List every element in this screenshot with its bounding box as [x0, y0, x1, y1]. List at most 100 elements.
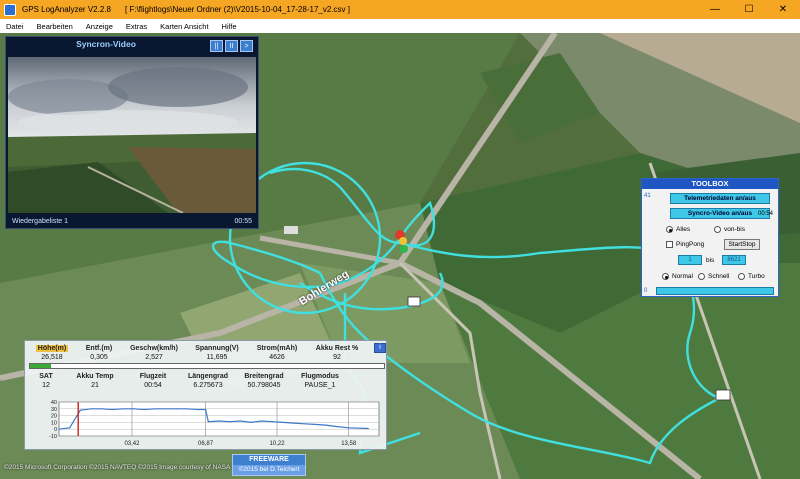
altitude-data-point [122, 408, 124, 410]
speed-turbo-option[interactable]: Turbo [738, 273, 765, 280]
video-playlist-label: Wiedergabeliste 1 [12, 218, 69, 225]
video-pause-button[interactable]: || [210, 40, 223, 52]
header-latitude: Breitengrad [244, 373, 284, 380]
x-tick-label: 03,42 [124, 441, 140, 447]
minimize-button[interactable]: — [698, 0, 732, 19]
startstop-button[interactable]: StartStop [724, 239, 760, 250]
value-battery-temp: 21 [91, 382, 99, 389]
y-tick-label: 30 [51, 407, 57, 413]
radio-icon [698, 273, 705, 280]
header-current: Strom(mAh) [256, 345, 298, 352]
video-toggle-button[interactable]: Syncro-Video an/aus [670, 208, 770, 219]
range-to-field[interactable]: 8621 [722, 255, 746, 265]
altitude-data-point [314, 423, 316, 426]
toolbox-side-bottom: 0 [644, 288, 648, 294]
menu-bearbeiten[interactable]: Bearbeiten [37, 22, 73, 31]
altitude-data-point [143, 408, 145, 411]
value-altitude: 26,518 [41, 354, 63, 361]
altitude-data-point [325, 424, 327, 426]
battery-level-bar [29, 363, 385, 369]
toolbox-title: TOOLBOX [642, 179, 778, 189]
syncron-video-panel: Syncron-Video || II > Wiedergabeliste 1 [5, 36, 259, 229]
radio-icon [738, 273, 745, 280]
value-latitude: 50.798045 [247, 382, 281, 389]
telemetry-toggle-button[interactable]: Telemetriedaten an/aus [670, 193, 770, 204]
header-flight-time: Flugzeit [139, 373, 167, 380]
altitude-data-point [218, 420, 220, 422]
header-longitude: Längengrad [187, 373, 229, 380]
altitude-data-point [197, 408, 199, 411]
altitude-data-point [271, 421, 273, 423]
menu-extras[interactable]: Extras [126, 22, 147, 31]
altitude-data-point [58, 428, 60, 430]
video-play-button[interactable]: > [240, 40, 253, 52]
maximize-button[interactable]: ☐ [732, 0, 766, 19]
x-tick-label: 10,22 [270, 441, 286, 447]
altitude-data-point [207, 421, 209, 423]
playback-progress-bar[interactable] [656, 287, 774, 295]
speed-normal-option[interactable]: Normal [662, 273, 693, 280]
waypoint-marker-start[interactable] [407, 296, 421, 307]
altitude-data-point [111, 408, 113, 411]
value-voltage: 11,695 [206, 354, 228, 361]
close-button[interactable]: ✕ [766, 0, 800, 19]
window-file-path: [ F:\flightlogs\Neuer Ordner (2)\V2015-1… [124, 5, 350, 14]
chart-plot-area [58, 401, 380, 437]
video-title: Syncron-Video [76, 39, 136, 49]
checkbox-icon [666, 241, 673, 248]
altitude-data-point [303, 423, 305, 425]
altitude-data-point [335, 425, 337, 428]
header-speed: Geschw(km/h) [130, 345, 178, 352]
header-battery: Akku Rest % [315, 345, 359, 352]
header-distance: Entf.(m) [85, 345, 113, 352]
video-frame [8, 57, 256, 213]
freeware-label: FREEWARE [249, 456, 289, 463]
header-battery-temp: Akku Temp [76, 373, 114, 380]
header-sat: SAT [39, 373, 53, 380]
x-tick-label: 13,58 [341, 441, 357, 447]
altitude-chart[interactable]: 403020100-10 03,42 06,87 10,22 13,58 [41, 400, 383, 447]
altitude-data-point [79, 409, 81, 411]
header-altitude: Höhe(m) [35, 345, 69, 352]
altitude-data-point [69, 427, 71, 429]
video-stop-button[interactable]: II [225, 40, 238, 52]
freeware-badge: FREEWARE ©2015 bei D.Teichert [232, 454, 306, 476]
altitude-data-point [250, 421, 252, 423]
pingpong-checkbox[interactable]: PingPong [666, 241, 704, 248]
value-current: 4626 [269, 354, 285, 361]
app-icon [4, 3, 16, 16]
title-bar: GPS LogAnalyzer V2.2.8 [ F:\flightlogs\N… [0, 0, 800, 19]
speed-fast-option[interactable]: Schnell [698, 273, 729, 280]
range-from-to-option[interactable]: von-bis [714, 226, 745, 233]
range-all-option[interactable]: Alles [666, 226, 690, 233]
menu-anzeige[interactable]: Anzeige [86, 22, 113, 31]
value-speed: 2,527 [145, 354, 163, 361]
toolbox-side-top: 41 [644, 193, 651, 199]
menu-hilfe[interactable]: Hilfe [222, 22, 237, 31]
value-distance: 0,305 [90, 354, 108, 361]
building [284, 226, 298, 234]
y-tick-label: 0 [54, 427, 57, 433]
menu-bar: Datei Bearbeiten Anzeige Extras Karten A… [0, 19, 800, 33]
value-sat: 12 [42, 382, 50, 389]
altitude-data-point [261, 420, 263, 422]
menu-karten-ansicht[interactable]: Karten Ansicht [160, 22, 208, 31]
telemetry-info-button[interactable]: i [374, 343, 386, 353]
map-copyright: ©2015 Microsoft Corporation ©2015 NAVTEQ… [4, 464, 231, 471]
altitude-data-point [204, 408, 207, 411]
altitude-data-point [186, 408, 188, 410]
telemetry-panel: Höhe(m) Entf.(m) Geschw(km/h) Spannung(V… [24, 340, 387, 450]
waypoint-marker-end[interactable] [715, 389, 731, 401]
menu-datei[interactable]: Datei [6, 22, 24, 31]
value-longitude: 6.275673 [193, 382, 223, 389]
value-flight-time: 00:54 [144, 382, 162, 389]
y-tick-label: 40 [51, 400, 57, 406]
altitude-data-point [293, 422, 295, 424]
battery-level-fill [30, 364, 52, 368]
altitude-data-point [239, 420, 241, 422]
altitude-data-point [165, 408, 167, 410]
altitude-data-point [229, 421, 231, 423]
range-from-field[interactable]: 1 [678, 255, 702, 265]
altitude-data-point [101, 408, 103, 410]
value-battery: 92 [333, 354, 341, 361]
